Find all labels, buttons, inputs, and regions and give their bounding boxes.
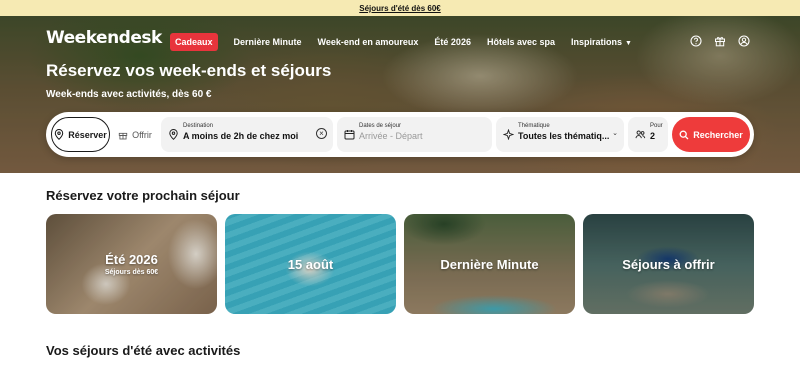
nav-item-inspirations-label: Inspirations — [571, 37, 623, 47]
destination-field[interactable]: Destination A moins de 2h de chez moi × — [161, 117, 333, 152]
nav-item-derniere-minute[interactable]: Dernière Minute — [226, 34, 310, 50]
theme-label: Thématique — [518, 123, 550, 129]
user-icon[interactable] — [738, 35, 750, 47]
promo-banner[interactable]: Séjours d'été dès 60€ — [0, 0, 800, 16]
card-derniere-minute[interactable]: Dernière Minute — [404, 214, 575, 314]
category-cards: Été 2026 Séjours dès 60€ 15 août Dernièr… — [46, 214, 754, 314]
nav-item-inspirations[interactable]: Inspirations ▼ — [563, 34, 640, 50]
section-title-prochain-sejour: Réservez votre prochain séjour — [46, 188, 240, 203]
chevron-down-icon: ⌄ — [612, 130, 618, 137]
chevron-down-icon: ▼ — [625, 40, 632, 47]
users-icon — [635, 130, 646, 139]
nav-item-cadeaux[interactable]: Cadeaux — [170, 33, 218, 51]
sparkle-icon — [503, 129, 514, 140]
promo-link[interactable]: Séjours d'été dès 60€ — [359, 4, 441, 13]
guests-label: Pour — [650, 123, 663, 129]
theme-field[interactable]: Thématique Toutes les thématiq... ⌄ — [496, 117, 624, 152]
tab-offrir[interactable]: Offrir — [114, 117, 156, 152]
location-pin-icon — [55, 129, 64, 140]
header-icons — [690, 35, 750, 47]
card-subtitle: Séjours dès 60€ — [104, 269, 159, 276]
clear-icon[interactable]: × — [316, 128, 327, 139]
calendar-icon — [344, 130, 355, 140]
card-ete-2026[interactable]: Été 2026 Séjours dès 60€ — [46, 214, 217, 314]
card-15-aout[interactable]: 15 août — [225, 214, 396, 314]
logo[interactable]: Weekendesk — [46, 28, 162, 48]
tab-reserver-label: Réserver — [68, 129, 107, 140]
location-pin-icon — [169, 129, 178, 140]
search-button[interactable]: Rechercher — [672, 117, 750, 152]
tab-offrir-label: Offrir — [132, 129, 152, 140]
dates-label: Dates de séjour — [359, 123, 402, 129]
theme-value: Toutes les thématiq... — [518, 131, 610, 141]
hero-subtitle: Week-ends avec activités, dès 60 € — [46, 89, 212, 100]
dates-placeholder: Arrivée - Départ — [359, 131, 423, 141]
destination-value: A moins de 2h de chez moi — [183, 131, 299, 141]
nav-item-ete-2026[interactable]: Été 2026 — [426, 34, 479, 50]
nav-item-hotels-spa[interactable]: Hôtels avec spa — [479, 34, 563, 50]
nav-item-week-end-amoureux[interactable]: Week-end en amoureux — [310, 34, 427, 50]
card-sejours-a-offrir[interactable]: Séjours à offrir — [583, 214, 754, 314]
section-title-sejours-ete: Vos séjours d'été avec activités — [46, 343, 241, 358]
main-nav: Cadeaux Dernière Minute Week-end en amou… — [170, 33, 640, 51]
gift-icon — [118, 132, 128, 139]
card-title: Dernière Minute — [440, 256, 539, 272]
destination-label: Destination — [183, 123, 214, 129]
dates-field[interactable]: Dates de séjour Arrivée - Départ — [337, 117, 492, 152]
tab-reserver[interactable]: Réserver — [51, 117, 110, 152]
card-title: 15 août — [287, 256, 334, 272]
guests-value: 2 — [650, 131, 656, 141]
search-icon — [679, 130, 689, 139]
card-title: Été 2026 — [105, 252, 158, 267]
card-title: Séjours à offrir — [622, 256, 715, 272]
gift-icon[interactable] — [714, 35, 726, 47]
search-bar: Réserver Offrir Destination A moins de 2… — [46, 112, 754, 157]
help-icon[interactable] — [690, 35, 702, 47]
guests-field[interactable]: Pour 2 — [628, 117, 668, 152]
hero-title: Réservez vos week-ends et séjours — [46, 61, 332, 80]
search-button-label: Rechercher — [693, 129, 743, 140]
